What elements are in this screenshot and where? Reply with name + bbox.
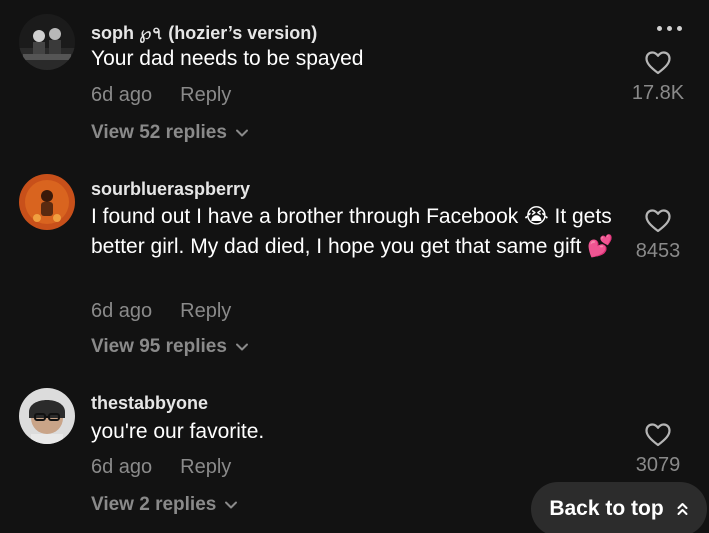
chevron-down-icon <box>235 343 248 351</box>
view-replies-button[interactable]: View 95 replies <box>91 336 249 358</box>
view-replies-label: View 2 replies <box>91 494 217 515</box>
comments-panel: soph ℘৭ (hozier’s version) Your dad need… <box>0 0 709 533</box>
like-button[interactable]: 17.8K <box>623 50 693 105</box>
chevron-down-icon <box>225 501 238 509</box>
more-options-icon[interactable] <box>657 26 682 31</box>
back-to-top-button[interactable]: Back to top <box>531 482 707 533</box>
reply-button[interactable]: Reply <box>180 456 231 478</box>
more-dot <box>667 26 672 31</box>
avatar-image <box>19 388 75 444</box>
comment-text: I found out I have a brother through Fac… <box>91 205 614 258</box>
comment-text: Your dad needs to be spayed <box>91 47 364 70</box>
comment-username[interactable]: sourblueraspberry <box>91 179 250 200</box>
double-chevron-up-icon <box>677 503 688 515</box>
comment-age: 6d ago <box>91 300 153 322</box>
comment-meta: 6d ago Reply <box>91 84 231 107</box>
comment-item: sourblueraspberry I found out I have a b… <box>0 160 709 380</box>
avatar[interactable] <box>19 388 75 444</box>
view-replies-label: View 52 replies <box>91 122 227 143</box>
like-count: 17.8K <box>631 82 685 104</box>
avatar[interactable] <box>19 174 75 230</box>
more-dot <box>657 26 662 31</box>
more-dot <box>677 26 682 31</box>
heart-outline-icon <box>645 51 671 75</box>
comment-username[interactable]: thestabbyone <box>91 393 208 414</box>
comment-meta: 6d ago Reply <box>91 456 231 479</box>
comment-meta: 6d ago Reply <box>91 300 231 323</box>
back-to-top-label: Back to top <box>549 497 664 520</box>
reply-button[interactable]: Reply <box>180 300 231 322</box>
view-replies-button[interactable]: View 52 replies <box>91 122 249 144</box>
view-replies-label: View 95 replies <box>91 336 227 357</box>
avatar[interactable] <box>19 14 75 70</box>
chevron-down-icon <box>235 129 248 137</box>
comment-text: you're our favorite. <box>91 420 265 443</box>
avatar-image <box>19 174 75 230</box>
heart-outline-icon <box>645 209 671 233</box>
comment-age: 6d ago <box>91 456 153 478</box>
like-button[interactable]: 3079 <box>623 422 693 477</box>
like-count: 3079 <box>635 454 681 476</box>
reply-button[interactable]: Reply <box>180 84 231 106</box>
comment-item: soph ℘৭ (hozier’s version) Your dad need… <box>0 0 709 160</box>
view-replies-button[interactable]: View 2 replies <box>91 494 238 516</box>
like-count: 8453 <box>635 240 681 262</box>
comment-age: 6d ago <box>91 84 153 106</box>
heart-outline-icon <box>645 423 671 447</box>
avatar-image <box>19 14 75 70</box>
like-button[interactable]: 8453 <box>623 208 693 263</box>
